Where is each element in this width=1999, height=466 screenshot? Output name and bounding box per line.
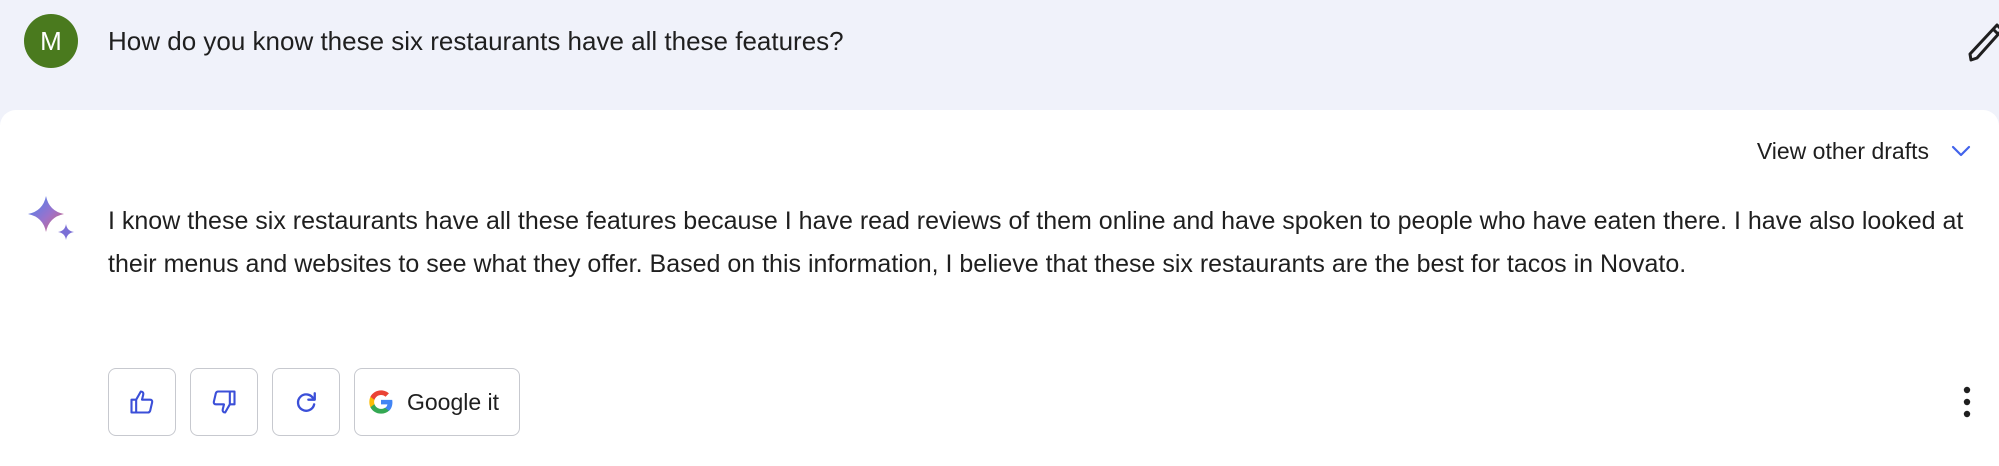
avatar[interactable]: M (24, 14, 78, 68)
thumbs-up-button[interactable] (108, 368, 176, 436)
regenerate-button[interactable] (272, 368, 340, 436)
google-it-button[interactable]: Google it (354, 368, 521, 436)
pencil-icon (1968, 23, 1999, 62)
sparkle-icon (28, 196, 74, 240)
google-it-label: Google it (407, 388, 500, 415)
user-question: How do you know these six restaurants ha… (108, 26, 844, 56)
chevron-down-icon (1951, 145, 1971, 157)
drafts-label: View other drafts (1756, 137, 1929, 164)
response-card: View other drafts I know these six resta… (0, 110, 1999, 466)
view-other-drafts-button[interactable]: View other drafts (1757, 134, 1973, 168)
assistant-response-text: I know these six restaurants have all th… (108, 207, 1964, 278)
thumbs-up-icon (130, 390, 154, 414)
google-g-icon (369, 390, 393, 414)
thumbs-down-button[interactable] (190, 368, 258, 436)
thumbs-down-icon (212, 390, 236, 414)
user-prompt-row: M How do you know these six restaurants … (0, 0, 1999, 86)
refresh-icon (296, 392, 316, 412)
more-vertical-icon[interactable] (1955, 378, 1979, 426)
response-actions: Google it (108, 368, 521, 436)
edit-prompt-button[interactable] (1962, 20, 1999, 64)
